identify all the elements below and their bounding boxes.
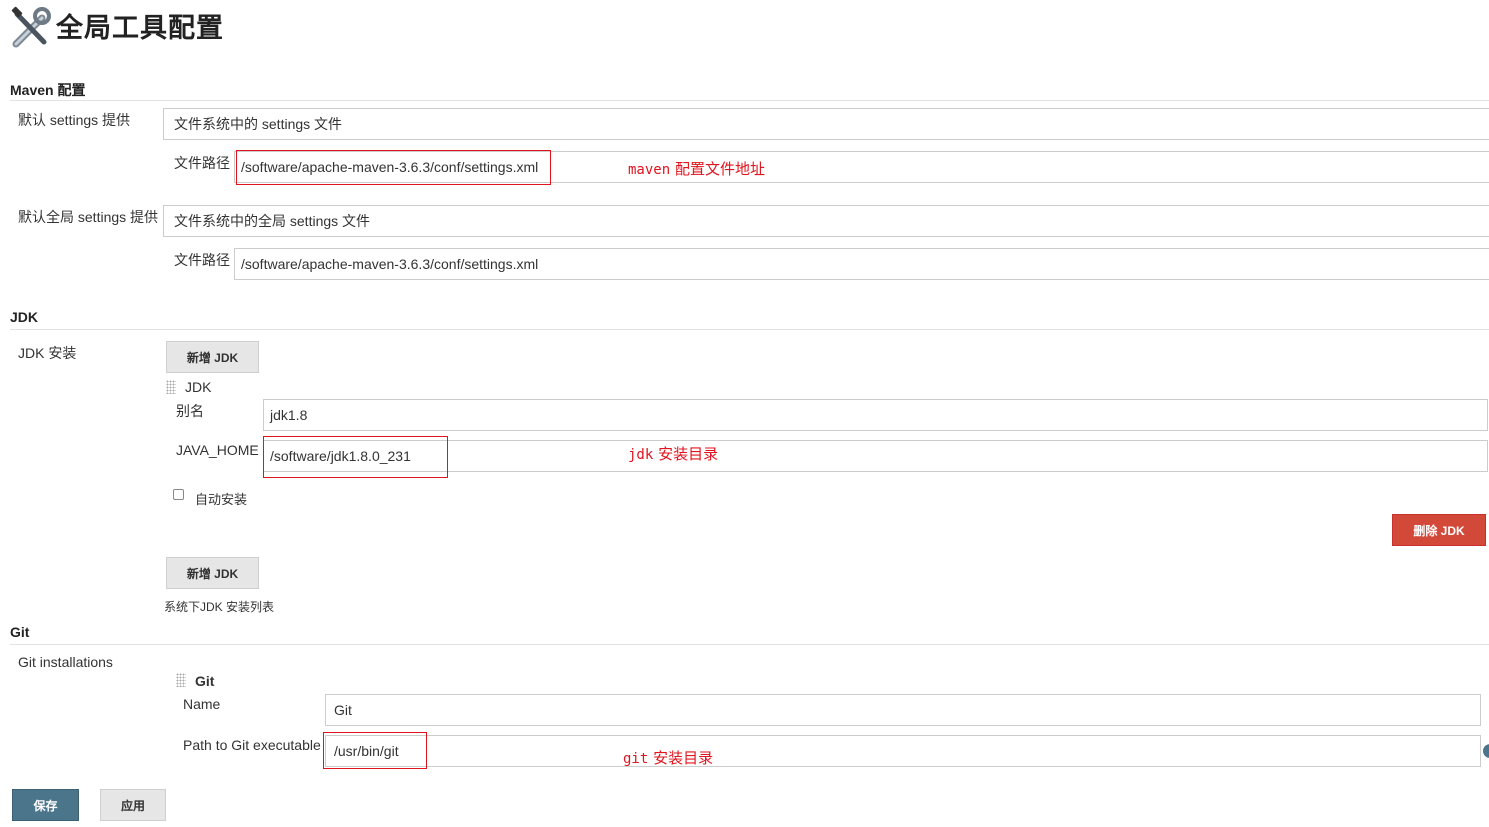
- maven-section-title: Maven 配置: [10, 82, 86, 98]
- jdk-alias-input[interactable]: jdk1.8: [263, 399, 1488, 431]
- maven-section-divider: [10, 100, 1489, 101]
- apply-button[interactable]: 应用: [100, 789, 166, 821]
- auto-install-checkbox[interactable]: [173, 489, 184, 500]
- jdk-annotation: jdk 安装目录: [628, 443, 718, 464]
- git-name-value: Git: [334, 702, 352, 718]
- default-settings-path-input[interactable]: /software/apache-maven-3.6.3/conf/settin…: [234, 151, 1489, 183]
- git-annotation-code: git: [623, 751, 649, 767]
- default-settings-select[interactable]: 文件系统中的 settings 文件: [163, 108, 1489, 140]
- global-settings-path-value: /software/apache-maven-3.6.3/conf/settin…: [241, 256, 539, 272]
- java-home-input[interactable]: /software/jdk1.8.0_231: [263, 440, 1488, 472]
- default-settings-selected: 文件系统中的 settings 文件: [174, 116, 343, 132]
- git-installations-label: Git installations: [18, 654, 113, 670]
- jdk-alias-value: jdk1.8: [270, 407, 308, 423]
- save-button[interactable]: 保存: [12, 789, 79, 821]
- add-jdk-button[interactable]: 新增 JDK: [166, 341, 259, 373]
- global-settings-path-input[interactable]: /software/apache-maven-3.6.3/conf/settin…: [234, 248, 1489, 280]
- delete-jdk-button[interactable]: 删除 JDK: [1392, 514, 1486, 546]
- git-path-label: Path to Git executable: [183, 737, 321, 753]
- jdk-alias-label: 别名: [176, 403, 204, 419]
- git-name-input[interactable]: Git: [325, 694, 1481, 726]
- git-item-title: Git: [195, 673, 215, 689]
- jdk-section-divider: [10, 329, 1489, 330]
- jdk-item-title: JDK: [185, 379, 212, 395]
- maven-annotation-code: maven: [628, 162, 671, 178]
- global-settings-label: 默认全局 settings 提供: [18, 209, 159, 225]
- java-home-value: /software/jdk1.8.0_231: [270, 448, 411, 464]
- git-path-value: /usr/bin/git: [334, 743, 399, 759]
- page-title: 全局工具配置: [56, 13, 224, 43]
- maven-annotation-text: 配置文件地址: [674, 160, 765, 178]
- maven-annotation: maven 配置文件地址: [628, 158, 765, 179]
- java-home-label: JAVA_HOME: [176, 442, 259, 458]
- jdk-annotation-code: jdk: [628, 447, 654, 463]
- git-path-input[interactable]: /usr/bin/git: [325, 735, 1481, 767]
- tools-icon: [11, 6, 51, 48]
- global-settings-selected: 文件系统中的全局 settings 文件: [174, 213, 371, 229]
- help-icon[interactable]: [1483, 744, 1489, 758]
- jdk-annotation-text: 安装目录: [658, 445, 719, 463]
- git-name-label: Name: [183, 696, 221, 712]
- add-jdk-button-2[interactable]: 新增 JDK: [166, 557, 259, 589]
- git-section-divider: [10, 644, 1489, 645]
- jdk-list-caption: 系统下JDK 安装列表: [164, 600, 275, 614]
- default-settings-path-label: 文件路径: [174, 155, 230, 171]
- jdk-install-label: JDK 安装: [18, 345, 77, 361]
- git-section-title: Git: [10, 624, 30, 640]
- default-settings-label: 默认 settings 提供: [18, 112, 131, 128]
- default-settings-path-value: /software/apache-maven-3.6.3/conf/settin…: [241, 159, 539, 175]
- global-settings-select[interactable]: 文件系统中的全局 settings 文件: [163, 205, 1489, 237]
- drag-handle-icon[interactable]: [166, 380, 176, 394]
- auto-install-label: 自动安装: [195, 492, 248, 507]
- git-annotation-text: 安装目录: [653, 749, 714, 767]
- global-settings-path-label: 文件路径: [174, 252, 230, 268]
- git-annotation: git 安装目录: [623, 747, 713, 768]
- drag-handle-icon[interactable]: [176, 673, 186, 687]
- jdk-section-title: JDK: [10, 309, 39, 325]
